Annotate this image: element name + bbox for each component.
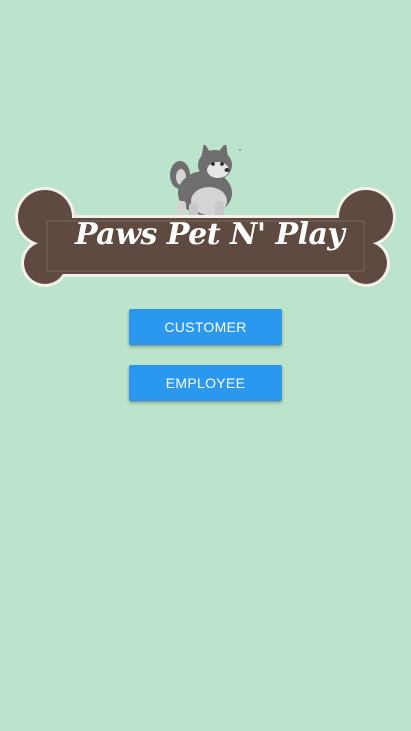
husky-dog-icon [170,145,241,223]
customer-button[interactable]: CUSTOMER [129,309,282,345]
bone-icon [15,145,396,287]
employee-button[interactable]: EMPLOYEE [129,365,282,401]
app-logo: Paws Pet N' Play [15,145,396,287]
logo-title: Paws Pet N' Play [75,217,345,252]
